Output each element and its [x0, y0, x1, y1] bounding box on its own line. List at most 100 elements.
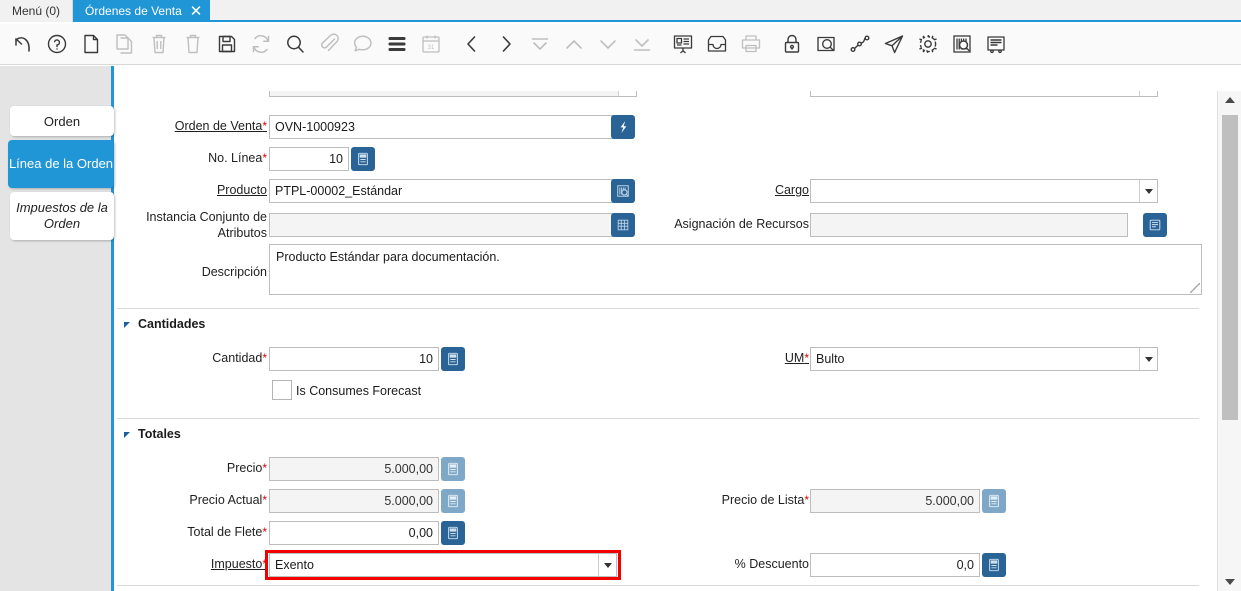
product-lookup-icon[interactable]: [611, 179, 635, 203]
sidebar-item-linea-de-la-orden-label: Línea de la Orden: [8, 155, 114, 171]
precio-value: 5.000,00: [384, 462, 433, 476]
collapse-triangle-icon[interactable]: [124, 432, 130, 438]
porcentaje-descuento-input[interactable]: 0,0: [810, 553, 980, 577]
settings-icon[interactable]: [911, 27, 945, 61]
is-consumes-forecast-checkbox[interactable]: [272, 380, 292, 400]
resource-assign-icon[interactable]: [1143, 213, 1167, 237]
calculator-icon[interactable]: [982, 553, 1006, 577]
producto-input[interactable]: PTPL-00002_Estándar: [269, 179, 617, 203]
precio-actual-input[interactable]: 5.000,00: [269, 489, 439, 513]
new-record-icon[interactable]: [74, 27, 108, 61]
section-header-totales[interactable]: Totales: [124, 427, 324, 443]
report-icon[interactable]: [666, 27, 700, 61]
workflow-icon[interactable]: [843, 27, 877, 61]
cutoff-field-right[interactable]: [810, 91, 1158, 97]
product-info-icon[interactable]: [945, 27, 979, 61]
attribute-set-icon[interactable]: [611, 213, 635, 237]
precio-de-lista-value: 5.000,00: [925, 494, 974, 508]
lock-icon[interactable]: [775, 27, 809, 61]
orden-de-venta-input[interactable]: OVN-1000923: [269, 115, 617, 139]
descripcion-textarea[interactable]: Producto Estándar para documentación.: [269, 244, 1202, 295]
chevron-down-icon[interactable]: [1139, 180, 1157, 202]
cutoff-field-left[interactable]: [269, 91, 637, 97]
calculator-icon[interactable]: [441, 347, 465, 371]
window-tab-menu[interactable]: Menú (0): [0, 0, 74, 22]
prev-record-icon[interactable]: [455, 27, 489, 61]
total-de-flete-input[interactable]: 0,00: [269, 521, 439, 545]
um-dropdown[interactable]: Bulto: [810, 347, 1158, 371]
collapse-triangle-icon[interactable]: [124, 322, 130, 328]
chevron-down-icon[interactable]: [1139, 348, 1157, 370]
calculator-icon[interactable]: [441, 489, 465, 513]
attachment-icon[interactable]: [312, 27, 346, 61]
required-marker: *: [262, 119, 267, 133]
producto-label: Producto: [216, 183, 267, 197]
section-divider-totales: [117, 418, 1199, 419]
chat-icon[interactable]: [346, 27, 380, 61]
copy-record-icon[interactable]: [108, 27, 142, 61]
scroll-up-arrow-icon[interactable]: [1218, 91, 1241, 109]
precio-actual-value: 5.000,00: [384, 494, 433, 508]
required-marker: *: [262, 493, 267, 507]
first-record-icon[interactable]: [523, 27, 557, 61]
section-header-cantidades[interactable]: Cantidades: [124, 317, 324, 333]
sidebar-item-orden[interactable]: Orden: [10, 106, 114, 136]
no-linea-value: 10: [329, 152, 343, 166]
um-label: UM*: [784, 351, 809, 365]
help-icon[interactable]: [40, 27, 74, 61]
svg-text:31: 31: [428, 45, 435, 51]
send-icon[interactable]: [877, 27, 911, 61]
order-line-form: Orden de Venta* OVN-1000923 No. Línea* 1…: [117, 91, 1217, 591]
cantidad-input[interactable]: 10: [269, 347, 439, 371]
resize-grip-icon[interactable]: [1190, 283, 1200, 293]
calculator-icon[interactable]: [982, 489, 1006, 513]
descripcion-label: Descripción: [201, 265, 267, 279]
sidebar-item-orden-label: Orden: [43, 113, 81, 129]
calculator-icon[interactable]: [441, 521, 465, 545]
down-record-icon[interactable]: [591, 27, 625, 61]
find-icon[interactable]: [278, 27, 312, 61]
calculator-icon[interactable]: [441, 457, 465, 481]
precio-de-lista-input[interactable]: 5.000,00: [810, 489, 980, 513]
ledger-icon[interactable]: [979, 27, 1013, 61]
delete-icon[interactable]: [142, 27, 176, 61]
up-record-icon[interactable]: [557, 27, 591, 61]
window-tab-bar: Menú (0) Órdenes de Venta ✕: [0, 0, 1241, 22]
refresh-icon[interactable]: [244, 27, 278, 61]
sidebar-item-impuestos-de-la-orden[interactable]: Impuestos de la Orden: [10, 192, 114, 240]
cutoff-field-left-dropdown-arrow[interactable]: [618, 91, 636, 96]
next-record-icon[interactable]: [489, 27, 523, 61]
scrollbar-thumb[interactable]: [1222, 115, 1238, 420]
asignacion-recursos-input[interactable]: [810, 213, 1128, 237]
bolt-icon[interactable]: [611, 115, 635, 139]
archive-icon[interactable]: [700, 27, 734, 61]
no-linea-input[interactable]: 10: [269, 147, 349, 171]
precio-label: Precio*: [226, 461, 267, 475]
sidebar-item-linea-de-la-orden[interactable]: Línea de la Orden: [8, 140, 114, 188]
required-marker: *: [804, 493, 809, 507]
scroll-down-arrow-icon[interactable]: [1218, 573, 1241, 591]
window-tab-ordenes-de-venta[interactable]: Órdenes de Venta ✕: [73, 0, 211, 22]
undo-icon[interactable]: [6, 27, 40, 61]
cutoff-field-right-dropdown-arrow[interactable]: [1139, 91, 1157, 96]
required-marker: *: [262, 151, 267, 165]
precio-input[interactable]: 5.000,00: [269, 457, 439, 481]
cargo-dropdown[interactable]: [810, 179, 1158, 203]
porcentaje-descuento-label: % Descuento: [734, 557, 809, 571]
total-de-flete-label: Total de Flete*: [187, 525, 267, 539]
print-icon[interactable]: [734, 27, 768, 61]
descripcion-value: Producto Estándar para documentación.: [276, 250, 500, 264]
last-record-icon[interactable]: [625, 27, 659, 61]
no-linea-label: No. Línea*: [208, 151, 267, 165]
zoom-across-icon[interactable]: [809, 27, 843, 61]
grid-toggle-icon[interactable]: [380, 27, 414, 61]
window-tab-menu-label: Menú (0): [12, 4, 61, 18]
form-vertical-scrollbar[interactable]: [1217, 91, 1241, 591]
orden-de-venta-value: OVN-1000923: [275, 120, 355, 134]
close-icon[interactable]: ✕: [190, 4, 203, 19]
calendar-icon[interactable]: 31: [414, 27, 448, 61]
instancia-conjunto-atributos-input[interactable]: [269, 213, 617, 237]
save-icon[interactable]: [210, 27, 244, 61]
delete-all-icon[interactable]: [176, 27, 210, 61]
calculator-icon[interactable]: [351, 147, 375, 171]
